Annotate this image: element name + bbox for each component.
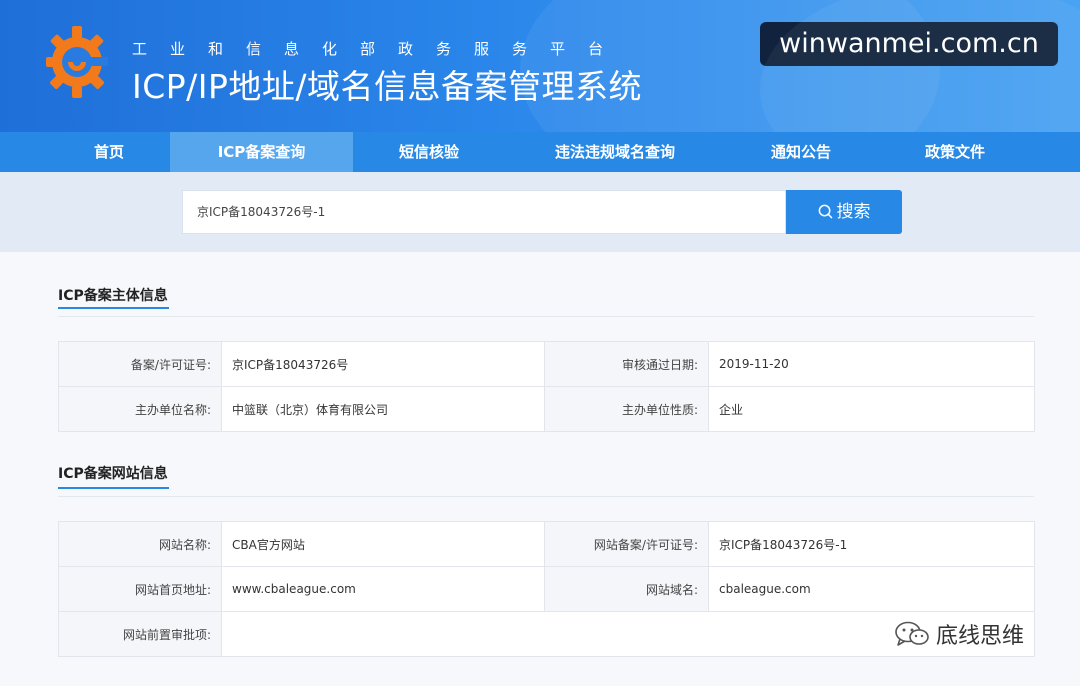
subject-section-title: ICP备案主体信息 bbox=[58, 288, 168, 304]
license-label: 备案/许可证号: bbox=[58, 341, 222, 387]
table-row: 网站首页地址: www.cbaleague.com 网站域名: cbaleagu… bbox=[58, 566, 1035, 612]
site-name-label: 网站名称: bbox=[58, 521, 222, 567]
nav-icp-query[interactable]: ICP备案查询 bbox=[170, 132, 353, 172]
nav-notices[interactable]: 通知公告 bbox=[725, 132, 877, 172]
domain-label: 网站域名: bbox=[544, 566, 709, 612]
system-title: ICP/IP地址/域名信息备案管理系统 bbox=[132, 67, 643, 106]
table-row: 网站名称: CBA官方网站 网站备案/许可证号: 京ICP备18043726号-… bbox=[58, 521, 1035, 567]
table-row: 主办单位名称: 中篮联（北京）体育有限公司 主办单位性质: 企业 bbox=[58, 386, 1035, 432]
subject-section-rule bbox=[58, 316, 1034, 317]
org-type-value: 企业 bbox=[708, 386, 1035, 432]
website-info-table: 网站名称: CBA官方网站 网站备案/许可证号: 京ICP备18043726号-… bbox=[58, 521, 1035, 657]
preapproval-label: 网站前置审批项: bbox=[58, 611, 222, 657]
nav-sms-verify[interactable]: 短信核验 bbox=[353, 132, 505, 172]
search-icon bbox=[818, 204, 832, 219]
website-section-title: ICP备案网站信息 bbox=[58, 466, 168, 482]
search-input[interactable]: 京ICP备18043726号-1 bbox=[182, 190, 786, 234]
license-value: 京ICP备18043726号 bbox=[221, 341, 545, 387]
website-section-rule bbox=[58, 496, 1034, 497]
org-name-value: 中篮联（北京）体育有限公司 bbox=[221, 386, 545, 432]
search-bar: 京ICP备18043726号-1 搜索 bbox=[0, 172, 1080, 252]
subject-info-table: 备案/许可证号: 京ICP备18043726号 审核通过日期: 2019-11-… bbox=[58, 341, 1035, 432]
website-section-underline bbox=[58, 487, 169, 489]
wechat-icon bbox=[895, 621, 929, 646]
search-button[interactable]: 搜索 bbox=[786, 190, 902, 234]
org-name-label: 主办单位名称: bbox=[58, 386, 222, 432]
homepage-label: 网站首页地址: bbox=[58, 566, 222, 612]
site-name-value: CBA官方网站 bbox=[221, 521, 545, 567]
site-watermark: winwanmei.com.cn bbox=[760, 22, 1058, 66]
nav-policy-docs[interactable]: 政策文件 bbox=[877, 132, 1033, 172]
wechat-account-name: 底线思维 bbox=[936, 624, 1025, 649]
site-license-label: 网站备案/许可证号: bbox=[544, 521, 709, 567]
org-type-label: 主办单位性质: bbox=[544, 386, 709, 432]
site-license-value: 京ICP备18043726号-1 bbox=[708, 521, 1035, 567]
wechat-watermark: 底线思维 bbox=[894, 620, 1024, 650]
nav-home[interactable]: 首页 bbox=[48, 132, 170, 172]
miit-logo-icon bbox=[46, 26, 108, 98]
table-row: 备案/许可证号: 京ICP备18043726号 审核通过日期: 2019-11-… bbox=[58, 341, 1035, 387]
subject-section-underline bbox=[58, 307, 169, 309]
search-button-label: 搜索 bbox=[836, 202, 871, 222]
main-nav: 首页 ICP备案查询 短信核验 违法违规域名查询 通知公告 政策文件 bbox=[0, 132, 1080, 172]
approve-date-value: 2019-11-20 bbox=[708, 341, 1035, 387]
platform-subtitle: 工业和信息化部政务服务平台 bbox=[132, 40, 627, 58]
homepage-link[interactable]: www.cbaleague.com bbox=[221, 566, 545, 612]
approve-date-label: 审核通过日期: bbox=[544, 341, 709, 387]
nav-illegal-domain-query[interactable]: 违法违规域名查询 bbox=[505, 132, 725, 172]
domain-value: cbaleague.com bbox=[708, 566, 1035, 612]
table-row: 网站前置审批项: bbox=[58, 611, 1035, 657]
header-banner: 工业和信息化部政务服务平台 ICP/IP地址/域名信息备案管理系统 winwan… bbox=[0, 0, 1080, 132]
